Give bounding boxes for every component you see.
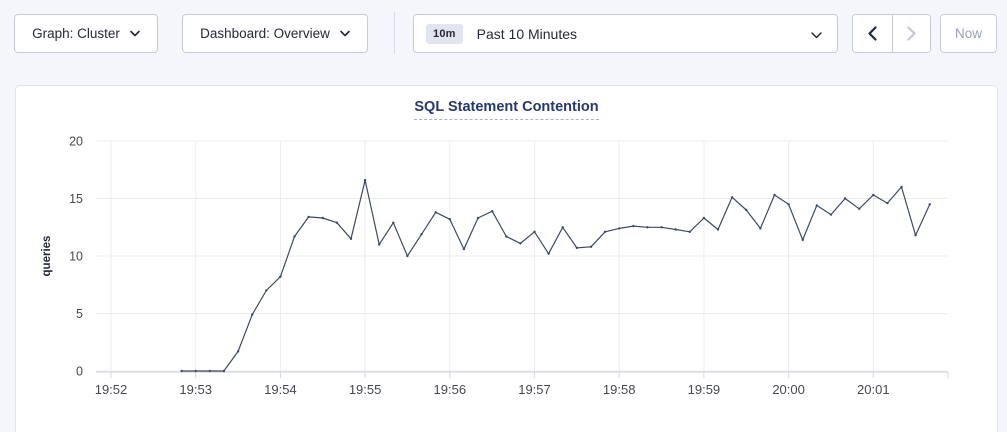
chevron-down-icon	[340, 30, 350, 37]
data-point	[491, 210, 493, 212]
data-point	[914, 234, 916, 236]
now-button-label: Now	[955, 26, 982, 41]
x-tick-label: 19:57	[518, 382, 551, 397]
data-point	[307, 216, 309, 218]
graph-selector-label: Graph: Cluster	[32, 26, 120, 41]
time-range-label: Past 10 Minutes	[477, 26, 577, 42]
data-point	[336, 222, 338, 224]
data-point	[646, 226, 648, 228]
chevron-left-icon	[868, 26, 877, 41]
x-tick-label: 19:55	[349, 382, 382, 397]
data-point	[929, 203, 931, 205]
data-point	[830, 213, 832, 215]
data-point	[787, 203, 789, 205]
data-point	[420, 233, 422, 235]
data-point	[435, 211, 437, 213]
data-point	[562, 226, 564, 228]
data-point	[195, 370, 197, 372]
data-point	[279, 276, 281, 278]
data-point	[392, 222, 394, 224]
data-point	[209, 370, 211, 372]
data-point	[180, 370, 182, 372]
dashboard-selector-label: Dashboard: Overview	[200, 26, 330, 41]
data-point	[519, 242, 521, 244]
y-tick-label: 0	[76, 365, 83, 379]
toolbar-divider	[394, 12, 395, 54]
time-range-selector[interactable]: 10m Past 10 Minutes	[413, 14, 838, 53]
data-point	[802, 239, 804, 241]
data-point	[886, 202, 888, 204]
contention-chart: 0 5 10 15 20 19:52 19:53 19:54 19:55 19:56 19:57 19…	[16, 86, 999, 432]
time-nav-button-group	[852, 14, 931, 53]
series-line-queries	[182, 180, 930, 371]
y-tick-label: 5	[76, 307, 83, 321]
data-point	[590, 246, 592, 248]
chart-panel: 0 5 10 15 20 19:52 19:53 19:54 19:55 19:56 19:57 19…	[15, 85, 998, 432]
data-point	[364, 179, 366, 181]
data-point	[547, 253, 549, 255]
data-point	[900, 186, 902, 188]
x-tick-label: 19:53	[179, 382, 212, 397]
dashboard-selector-button[interactable]: Dashboard: Overview	[182, 14, 368, 53]
data-point	[745, 209, 747, 211]
data-point	[675, 228, 677, 230]
chart-canvas-wrap: 0 5 10 15 20 19:52 19:53 19:54 19:55 19:56 19:57 19…	[16, 86, 999, 432]
data-point	[576, 247, 578, 249]
data-point	[872, 194, 874, 196]
data-point	[251, 314, 253, 316]
y-axis-label: queries	[41, 236, 53, 277]
data-point	[237, 350, 239, 352]
y-tick-label: 15	[69, 192, 83, 206]
data-point	[293, 235, 295, 237]
data-point	[378, 243, 380, 245]
data-point	[449, 218, 451, 220]
x-tick-label: 20:01	[857, 382, 890, 397]
time-range-badge: 10m	[426, 24, 463, 44]
data-point	[689, 231, 691, 233]
data-point	[816, 204, 818, 206]
chevron-right-icon	[907, 26, 916, 41]
next-time-button[interactable]	[892, 15, 931, 52]
data-point	[759, 227, 761, 229]
prev-time-button[interactable]	[853, 15, 892, 52]
data-point	[322, 217, 324, 219]
now-button[interactable]: Now	[940, 14, 997, 53]
y-tick-label: 10	[69, 250, 83, 264]
x-tick-label: 19:54	[264, 382, 297, 397]
data-point	[223, 370, 225, 372]
data-point	[618, 227, 620, 229]
data-point	[604, 231, 606, 233]
data-point	[844, 197, 846, 199]
data-point	[406, 255, 408, 257]
data-point	[533, 231, 535, 233]
data-point	[265, 289, 267, 291]
data-point	[660, 226, 662, 228]
x-tick-label: 19:52	[95, 382, 128, 397]
data-point	[463, 248, 465, 250]
data-point	[773, 194, 775, 196]
data-point	[858, 208, 860, 210]
data-point	[350, 238, 352, 240]
data-point	[703, 217, 705, 219]
chevron-down-icon	[811, 31, 822, 39]
y-tick-label: 20	[69, 135, 83, 149]
chevron-down-icon	[130, 30, 140, 37]
x-tick-label: 19:58	[603, 382, 636, 397]
x-tick-label: 19:59	[688, 382, 721, 397]
data-point	[505, 235, 507, 237]
graph-selector-button[interactable]: Graph: Cluster	[14, 14, 158, 53]
chart-title: SQL Statement Contention	[414, 99, 598, 120]
x-tick-label: 19:56	[434, 382, 467, 397]
x-tick-label: 20:00	[772, 382, 805, 397]
data-point	[477, 217, 479, 219]
data-point	[632, 225, 634, 227]
data-point	[731, 196, 733, 198]
data-point	[717, 228, 719, 230]
